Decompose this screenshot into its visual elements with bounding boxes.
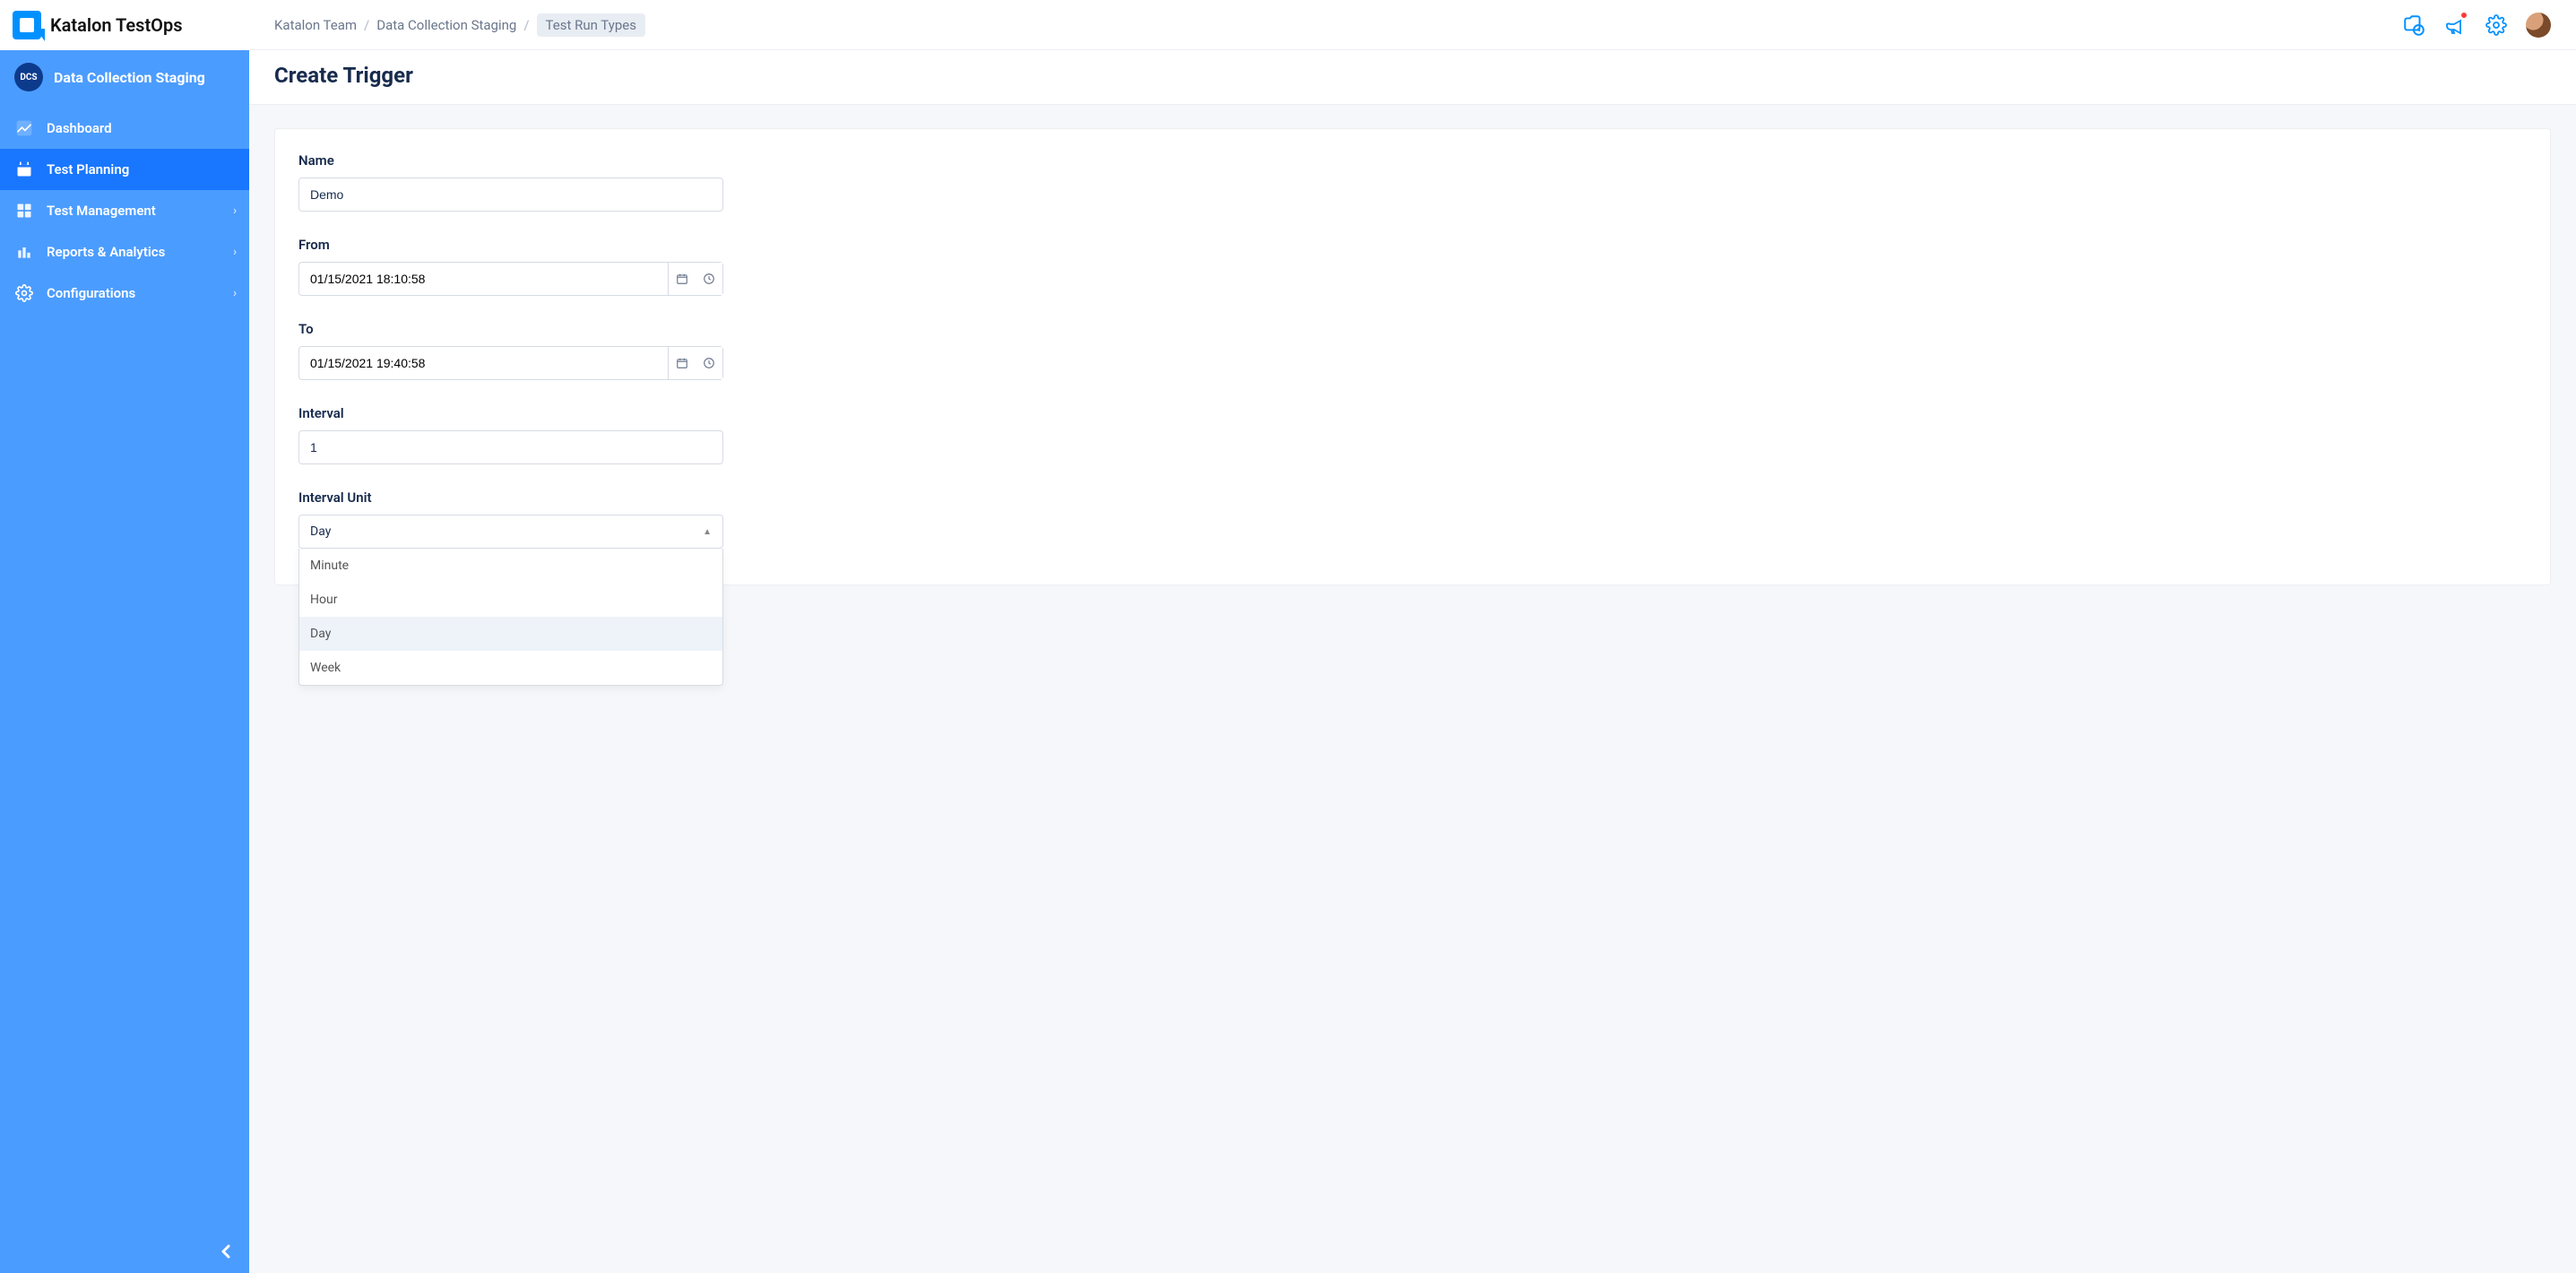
chevron-right-icon: › bbox=[233, 204, 237, 218]
dashboard-icon bbox=[14, 118, 34, 138]
calendar-icon bbox=[14, 160, 34, 179]
sidebar-item-label: Configurations bbox=[47, 285, 135, 301]
form-group-name: Name bbox=[298, 152, 723, 212]
sidebar-collapse-button[interactable] bbox=[215, 1241, 237, 1262]
calendar-icon[interactable] bbox=[669, 263, 696, 295]
sidebar-item-reports[interactable]: Reports & Analytics › bbox=[0, 231, 249, 273]
settings-icon[interactable] bbox=[2485, 13, 2508, 37]
breadcrumb-item[interactable]: Katalon Team bbox=[274, 17, 357, 33]
brand-name: Katalon TestOps bbox=[50, 14, 183, 36]
breadcrumb-separator: / bbox=[523, 17, 529, 33]
sidebar-item-test-planning[interactable]: Test Planning bbox=[0, 149, 249, 190]
schedule-icon[interactable] bbox=[2402, 13, 2425, 37]
breadcrumb-separator: / bbox=[364, 17, 369, 33]
katalon-logo-icon bbox=[13, 11, 41, 39]
select-option-day[interactable]: Day bbox=[299, 617, 722, 651]
reports-icon bbox=[14, 242, 34, 262]
from-input[interactable] bbox=[298, 262, 668, 296]
logo-bar: Katalon TestOps bbox=[0, 0, 249, 50]
interval-label: Interval bbox=[298, 405, 723, 421]
breadcrumb-item-current[interactable]: Test Run Types bbox=[537, 13, 645, 37]
select-option-minute[interactable]: Minute bbox=[299, 549, 722, 583]
interval-unit-value: Day bbox=[310, 524, 331, 539]
caret-up-icon: ▲ bbox=[703, 527, 712, 537]
interval-unit-select[interactable]: Day ▲ bbox=[298, 515, 723, 549]
sidebar-item-test-management[interactable]: Test Management › bbox=[0, 190, 249, 231]
topbar: Katalon Team / Data Collection Staging /… bbox=[249, 0, 2576, 50]
chevron-right-icon: › bbox=[233, 287, 237, 300]
page-title-bar: Create Trigger bbox=[249, 50, 2576, 105]
form-group-to: To bbox=[298, 321, 723, 380]
calendar-icon[interactable] bbox=[669, 347, 696, 379]
sidebar-item-configurations[interactable]: Configurations › bbox=[0, 273, 249, 314]
project-name: Data Collection Staging bbox=[54, 69, 205, 86]
form-group-from: From bbox=[298, 237, 723, 296]
sidebar-item-label: Test Planning bbox=[47, 161, 129, 178]
sidebar-nav: Dashboard Test Planning Test Management … bbox=[0, 108, 249, 314]
user-avatar[interactable] bbox=[2526, 13, 2551, 38]
from-label: From bbox=[298, 237, 723, 253]
to-input[interactable] bbox=[298, 346, 668, 380]
sidebar-item-label: Dashboard bbox=[47, 120, 112, 136]
sidebar-item-label: Test Management bbox=[47, 203, 156, 219]
select-option-week[interactable]: Week bbox=[299, 651, 722, 685]
form-group-interval: Interval bbox=[298, 405, 723, 464]
sidebar-item-label: Reports & Analytics bbox=[47, 244, 165, 260]
select-option-hour[interactable]: Hour bbox=[299, 583, 722, 617]
name-label: Name bbox=[298, 152, 723, 169]
main: Katalon Team / Data Collection Staging /… bbox=[249, 0, 2576, 1273]
breadcrumb-item[interactable]: Data Collection Staging bbox=[376, 17, 516, 33]
form-card: Name From bbox=[274, 128, 2551, 585]
interval-unit-dropdown: Minute Hour Day Week bbox=[298, 549, 723, 686]
announcement-icon[interactable] bbox=[2443, 13, 2467, 37]
chevron-right-icon: › bbox=[233, 246, 237, 259]
notification-dot-icon bbox=[2459, 11, 2468, 20]
project-selector[interactable]: DCS Data Collection Staging bbox=[0, 50, 249, 108]
project-badge: DCS bbox=[14, 63, 43, 91]
clock-icon[interactable] bbox=[696, 263, 722, 295]
sidebar-item-dashboard[interactable]: Dashboard bbox=[0, 108, 249, 149]
form-group-interval-unit: Interval Unit Day ▲ Minute Hour Day Week bbox=[298, 489, 723, 549]
clock-icon[interactable] bbox=[696, 347, 722, 379]
interval-input[interactable] bbox=[298, 430, 723, 464]
name-input[interactable] bbox=[298, 178, 723, 212]
gear-icon bbox=[14, 283, 34, 303]
sidebar: Katalon TestOps DCS Data Collection Stag… bbox=[0, 0, 249, 1273]
page-title: Create Trigger bbox=[274, 63, 2551, 88]
management-icon bbox=[14, 201, 34, 221]
content: Name From bbox=[249, 105, 2576, 609]
topbar-actions bbox=[2402, 13, 2551, 38]
to-label: To bbox=[298, 321, 723, 337]
breadcrumb: Katalon Team / Data Collection Staging /… bbox=[274, 13, 645, 37]
interval-unit-label: Interval Unit bbox=[298, 489, 723, 506]
